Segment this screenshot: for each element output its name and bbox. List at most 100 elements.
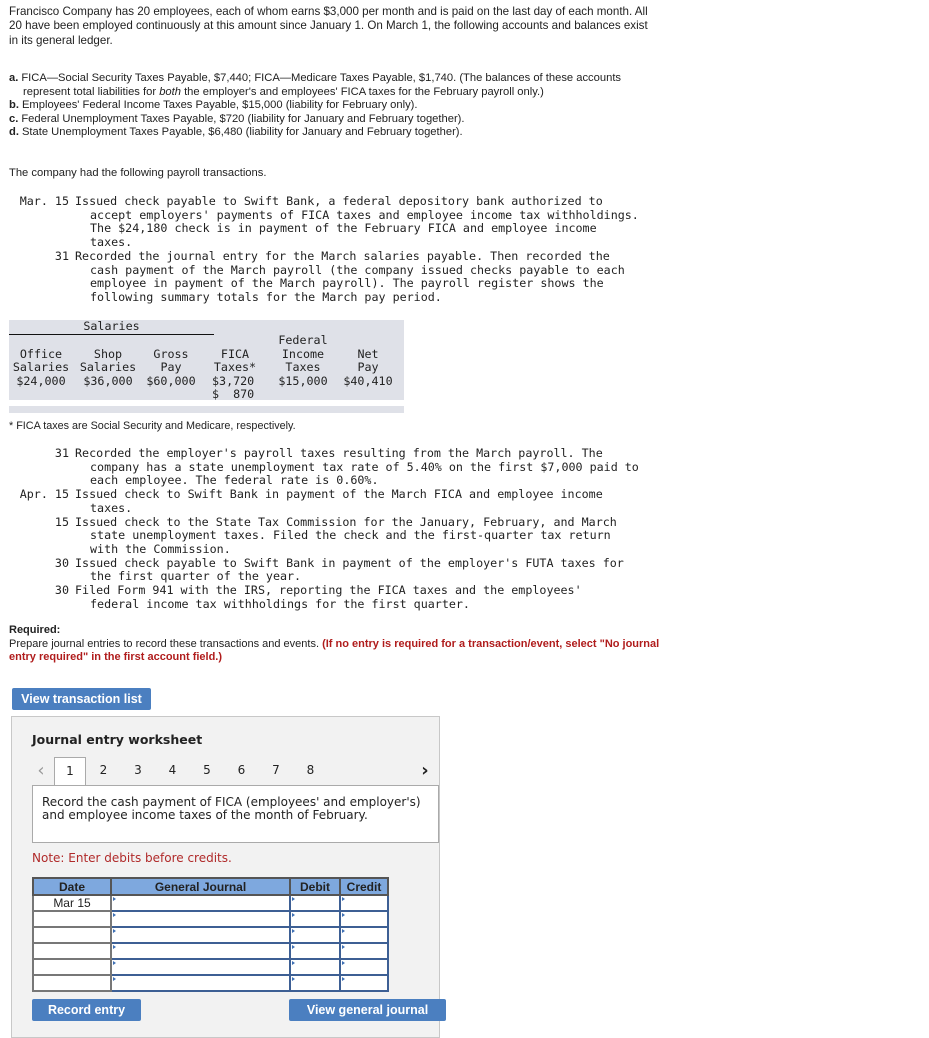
debits-note: Note: Enter debits before credits. (32, 851, 232, 865)
account-input[interactable] (110, 942, 291, 960)
transaction-item: 31 Recorded the journal entry for the Mar… (9, 248, 639, 264)
transaction-item: 31 Recorded the employer's payroll taxes … (9, 446, 639, 461)
register-header-cell: Gross (153, 346, 189, 361)
account-item-a: a. FICA—Social Security Taxes Payable, $7… (9, 72, 669, 99)
transaction-text: The $24,180 check is in payment of the F… (90, 221, 597, 236)
account-input[interactable] (110, 894, 291, 912)
register-header-cell: Pay (160, 360, 182, 374)
account-input[interactable] (110, 958, 291, 976)
credit-input[interactable] (339, 974, 389, 992)
transaction-text: Issued check to the State Tax Commission… (75, 514, 617, 529)
transaction-date (9, 222, 69, 236)
transaction-line: with the Commission. (9, 542, 639, 557)
page-tab-7[interactable]: 7 (261, 757, 291, 784)
transaction-text: Recorded the journal entry for the March… (75, 248, 610, 263)
register-header-cell: Taxes* (213, 360, 257, 374)
debit-input[interactable] (289, 974, 341, 992)
item-text: State Unemployment Taxes Payable, $6,480… (21, 126, 463, 139)
page-tab-5[interactable]: 5 (192, 757, 222, 784)
credit-input[interactable] (339, 910, 389, 928)
credit-input[interactable] (339, 894, 389, 912)
page-tab-2[interactable]: 2 (89, 757, 119, 784)
item-letter: a. (9, 72, 19, 84)
transaction-date (9, 236, 69, 250)
transaction-date (9, 209, 69, 223)
register-value-cell: $3,720 (212, 373, 255, 388)
journal-row: Mar 15 (32, 894, 389, 912)
item-text: Federal Unemployment Taxes Payable, $720… (21, 112, 465, 125)
register-header-cell: Office (19, 346, 63, 361)
transaction-line: The $24,180 check is in payment of the F… (9, 222, 639, 236)
credit-header: Credit (339, 877, 389, 896)
register-header-cell: FICA (220, 346, 250, 361)
transactions-list-april: 31 Recorded the employer's payroll taxes … (9, 446, 639, 611)
transaction-date (9, 277, 69, 291)
debit-input[interactable] (289, 894, 341, 912)
credit-input[interactable] (339, 942, 389, 960)
record-entry-button[interactable]: Record entry (32, 999, 141, 1021)
transaction-line: the first quarter of the year. (9, 570, 639, 584)
transactions-list-march: Mar. 15 Issued check payable to Swift Ban… (9, 194, 639, 305)
register-header-cell (200, 334, 270, 348)
credit-input[interactable] (339, 958, 389, 976)
transaction-line: following summary totals for the March p… (9, 289, 639, 305)
debit-input[interactable] (289, 942, 341, 960)
register-header-cell (73, 334, 143, 348)
journal-row (32, 926, 389, 944)
general-journal-header: General Journal (110, 877, 291, 896)
transaction-line: accept employers' payments of FICA taxes… (9, 208, 639, 223)
register-header-cell: Pay (357, 360, 379, 374)
account-balances-list: a. FICA—Social Security Taxes Payable, $7… (9, 72, 669, 140)
debit-input[interactable] (289, 958, 341, 976)
transaction-date: Mar. 15 (19, 194, 69, 208)
item-text: Employees' Federal Income Taxes Payable,… (21, 99, 418, 112)
transaction-line: taxes. (9, 501, 639, 516)
view-general-journal-button[interactable]: View general journal (289, 999, 446, 1021)
register-header-cell (6, 334, 76, 348)
account-item-c: c. Federal Unemployment Taxes Payable, $7… (9, 113, 669, 127)
next-page-icon[interactable]: › (410, 757, 440, 784)
journal-row (32, 974, 389, 992)
journal-header-row: Date General Journal Debit Credit (32, 877, 389, 896)
page-tab-8[interactable]: 8 (296, 757, 326, 784)
journal-entry-worksheet-panel: Journal entry worksheet ‹ › 12345678 Rec… (11, 716, 440, 1038)
problem-intro: Francisco Company has 20 employees, each… (9, 5, 648, 47)
register-header-cell: Shop (93, 346, 123, 361)
transaction-line: taxes. (9, 235, 639, 250)
account-input[interactable] (110, 910, 291, 928)
transaction-item: Apr. 15 Issued check to Swift Bank in pay… (9, 487, 639, 502)
register-gap (9, 400, 404, 406)
date-cell: Mar 15 (32, 894, 112, 912)
account-input[interactable] (110, 974, 291, 992)
credit-input[interactable] (339, 926, 389, 944)
worksheet-title: Journal entry worksheet (32, 732, 203, 747)
required-label: Required: (9, 624, 61, 636)
account-input[interactable] (110, 926, 291, 944)
transaction-date: 30 (54, 583, 69, 598)
register-column: Office Salaries $24,000 (6, 334, 76, 388)
register-header-cell (136, 334, 206, 348)
register-column: Gross Pay $60,000 (136, 334, 206, 388)
transaction-date (9, 461, 69, 475)
register-header-cell: Net (357, 346, 379, 361)
page-tab-1[interactable]: 1 (54, 757, 86, 785)
register-header-cell: Taxes (285, 360, 321, 374)
debit-input[interactable] (289, 910, 341, 928)
payroll-register-body: Salaries Office Salaries $24,000 Shop Salar… (6, 319, 404, 406)
register-header-cell: Salaries (79, 360, 137, 374)
account-item-d: d. State Unemployment Taxes Payable, $6,4… (9, 126, 669, 140)
transaction-date (9, 543, 69, 557)
view-transaction-list-button[interactable]: View transaction list (12, 688, 151, 710)
page-tab-3[interactable]: 3 (123, 757, 153, 784)
page-tab-4[interactable]: 4 (158, 757, 188, 784)
transaction-text: Issued check to Swift Bank in payment of… (75, 487, 603, 502)
prev-page-icon[interactable]: ‹ (26, 757, 56, 784)
page-tab-6[interactable]: 6 (227, 757, 257, 784)
transaction-text: company has a state unemployment tax rat… (90, 459, 639, 474)
debit-input[interactable] (289, 926, 341, 944)
transaction-text: following summary totals for the March p… (90, 289, 442, 304)
register-value-cell: $60,000 (146, 373, 196, 388)
item-letter: b. (9, 99, 19, 112)
journal-row (32, 942, 389, 960)
general-journal-table: Date General Journal Debit Credit Mar 15 (32, 877, 389, 992)
